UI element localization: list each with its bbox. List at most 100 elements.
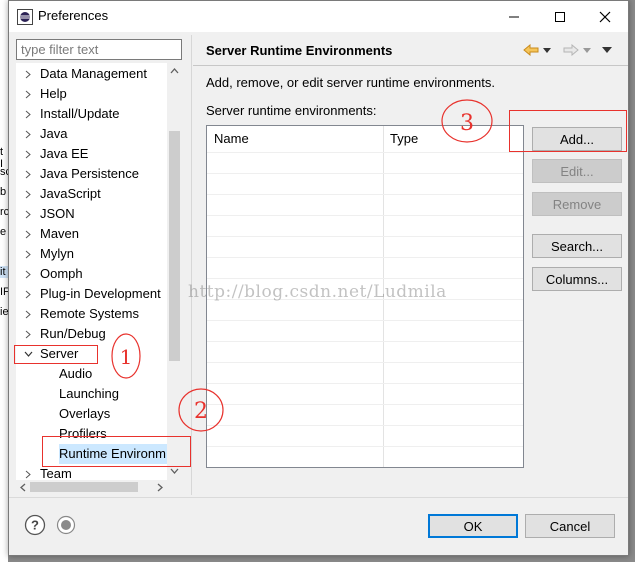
tree-item-label: JavaScript [40,186,101,201]
row-divider [207,362,523,363]
search-button[interactable]: Search... [532,234,622,258]
tree-item-javascript[interactable]: JavaScript [16,184,176,204]
title-bar[interactable]: Preferences [9,1,628,32]
eclipse-icon [17,9,33,25]
chevron-right-icon[interactable] [23,104,33,124]
pane-divider[interactable] [191,35,192,495]
tree-item-label: Java EE [40,146,89,161]
tree-item-java[interactable]: Java [16,124,176,144]
chevron-right-icon[interactable] [23,184,33,204]
watermark: http://blog.csdn.net/Ludmila [188,282,447,302]
column-header-type[interactable]: Type [390,126,418,152]
row-divider [207,215,523,216]
preferences-record-icon[interactable] [56,515,76,535]
chevron-right-icon[interactable] [23,284,33,304]
tree-item-audio[interactable]: Audio [16,364,176,384]
tree-item-label: Java [40,126,68,141]
window-title: Preferences [38,8,109,23]
maximize-button[interactable] [537,1,583,32]
preference-tree[interactable]: Data Management Help Install/Update Java… [16,63,182,480]
edit-button[interactable]: Edit... [532,159,622,183]
forward-menu-button[interactable] [580,41,594,59]
tree-item-java-ee[interactable]: Java EE [16,144,176,164]
tree-item-label: Java Persistence [40,166,139,181]
forward-button[interactable] [561,41,581,59]
maximize-icon [555,11,565,22]
tree-item-label: JSON [40,206,75,221]
tree-horizontal-scrollbar[interactable] [16,480,167,494]
chevron-down-icon [543,47,551,53]
scroll-up-icon[interactable] [170,68,179,74]
tree-item-label: Overlays [59,406,111,421]
tree-item-oomph[interactable]: Oomph [16,264,176,284]
row-divider [207,404,523,405]
tree-item-label: Audio [59,366,93,381]
chevron-right-icon[interactable] [23,84,33,104]
chevron-down-icon [583,47,591,53]
tree-item-remote-systems[interactable]: Remote Systems [16,304,176,324]
tree-item-label: Maven [40,226,80,241]
tree-item-label: Help [40,86,67,101]
chevron-right-icon[interactable] [23,244,33,264]
close-button[interactable] [582,1,628,32]
tree-item-json[interactable]: JSON [16,204,176,224]
row-divider [207,383,523,384]
tree-item-help[interactable]: Help [16,84,176,104]
chevron-right-icon[interactable] [23,464,33,480]
view-menu-button[interactable] [600,41,614,59]
scroll-thumb[interactable] [30,482,138,492]
tree-item-launching[interactable]: Launching [16,384,176,404]
chevron-right-icon[interactable] [23,304,33,324]
filter-input[interactable] [16,39,182,60]
columns-button[interactable]: Columns... [532,267,622,291]
chevron-right-icon[interactable] [23,324,33,344]
row-divider [207,341,523,342]
chevron-right-icon[interactable] [23,264,33,284]
behind-text: e [0,226,7,238]
row-divider [207,446,523,447]
scroll-thumb[interactable] [169,131,180,361]
back-menu-button[interactable] [540,41,554,59]
tree-item-label: Data Management [40,66,147,81]
back-button[interactable] [521,41,541,59]
page-title: Server Runtime Environments [206,43,393,58]
column-header-name[interactable]: Name [214,126,249,152]
tree-item-maven[interactable]: Maven [16,224,176,244]
header-separator [193,65,628,66]
tree-item-mylyn[interactable]: Mylyn [16,244,176,264]
tree-item-label: Oomph [40,266,83,281]
minimize-button[interactable] [491,1,537,32]
view-menu-icon [602,47,612,53]
scroll-left-icon[interactable] [20,483,26,492]
help-icon[interactable]: ? [24,514,46,536]
tree-item-install-update[interactable]: Install/Update [16,104,176,124]
remove-button[interactable]: Remove [532,192,622,216]
back-arrow-icon [523,44,539,56]
chevron-right-icon[interactable] [23,164,33,184]
scroll-right-icon[interactable] [157,483,163,492]
scroll-down-icon[interactable] [170,468,179,474]
chevron-right-icon[interactable] [23,64,33,84]
cancel-button[interactable]: Cancel [525,514,615,538]
row-divider [207,236,523,237]
row-divider [207,257,523,258]
behind-text: b [0,186,7,198]
tree-item-overlays[interactable]: Overlays [16,404,176,424]
chevron-right-icon[interactable] [23,204,33,224]
tree-item-label: Install/Update [40,106,120,121]
annotation-box-server [14,345,98,364]
tree-item-label: Remote Systems [40,306,139,321]
row-divider [207,173,523,174]
chevron-right-icon[interactable] [23,124,33,144]
svg-text:?: ? [31,518,39,533]
tree-vertical-scrollbar[interactable] [167,63,182,480]
chevron-right-icon[interactable] [23,144,33,164]
tree-item-java-persistence[interactable]: Java Persistence [16,164,176,184]
annotation-box-add [509,110,627,152]
tree-item-plug-in-development[interactable]: Plug-in Development [16,284,176,304]
chevron-right-icon[interactable] [23,224,33,244]
tree-item-data-management[interactable]: Data Management [16,64,176,84]
tree-item-run-debug[interactable]: Run/Debug [16,324,176,344]
minimize-icon [509,16,519,17]
ok-button[interactable]: OK [428,514,518,538]
